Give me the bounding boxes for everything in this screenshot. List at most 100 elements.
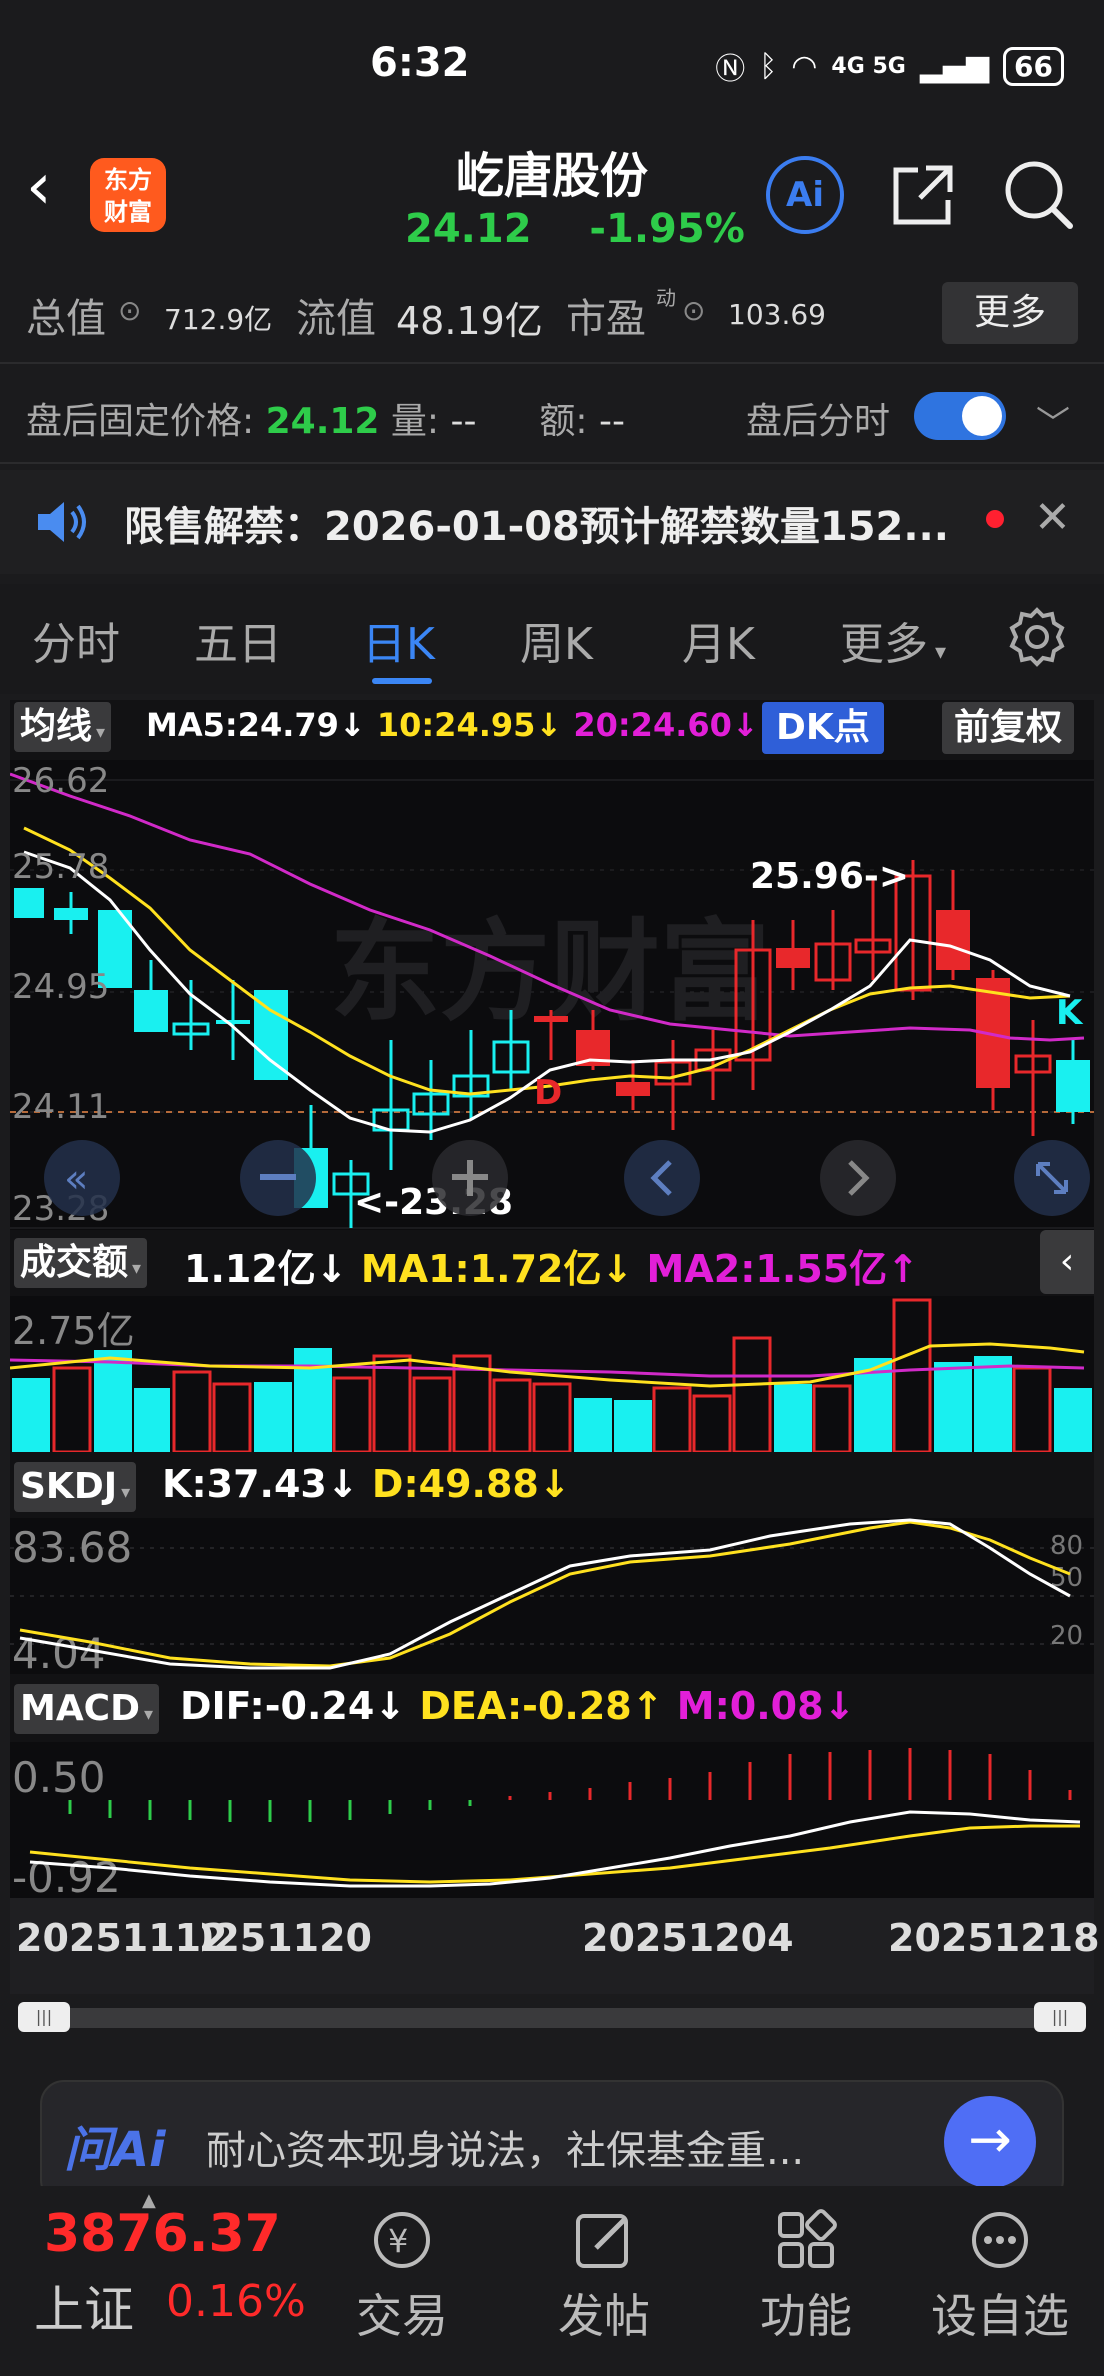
- nav-post[interactable]: 发帖: [534, 2200, 674, 2346]
- metrics-row: 总值 ⊙ 712.9亿 流值 48.19亿 市盈 动 ⊙ 103.69: [0, 272, 1104, 360]
- y-label-top: 26.62: [12, 761, 109, 801]
- collapse-panel-icon[interactable]: ‹: [1040, 1230, 1094, 1294]
- macd-dea: DEA:-0.28↑: [419, 1684, 664, 1728]
- battery-icon: 66: [1003, 46, 1064, 86]
- skdj-chart[interactable]: 83.68 4.04 80 50 20: [10, 1518, 1094, 1674]
- ask-ai-logo: 问Ai: [64, 2122, 166, 2178]
- tab-more-label: 更多: [840, 619, 928, 670]
- nav-watchlist[interactable]: 设自选: [930, 2200, 1070, 2346]
- nav-functions[interactable]: 功能: [736, 2200, 876, 2346]
- tab-zhouk[interactable]: 周K: [520, 608, 593, 672]
- info-icon[interactable]: ⊙: [118, 294, 141, 327]
- nav-post-label: 发帖: [558, 2289, 650, 2343]
- macd-chart[interactable]: 0.50 -0.92: [10, 1742, 1094, 1898]
- skdj-selector-label: SKDJ: [20, 1466, 118, 1507]
- prev-icon[interactable]: [624, 1140, 700, 1216]
- total-value-label: 总值: [26, 296, 106, 342]
- volume-ma1: MA1:1.72亿↓: [360, 1247, 634, 1291]
- adjust-button[interactable]: 前复权: [942, 702, 1075, 754]
- tab-more[interactable]: 更多 ▾: [840, 608, 946, 672]
- rewind-glyph: «: [64, 1156, 88, 1202]
- next-icon[interactable]: [820, 1140, 896, 1216]
- ma20-value: 20:24.60↓: [573, 706, 759, 744]
- after-hours-toggle[interactable]: [914, 392, 1006, 440]
- y-label-3: 24.95: [12, 967, 109, 1007]
- index-change-pct: 0.16%: [166, 2276, 306, 2327]
- tab-fenshi[interactable]: 分时: [32, 608, 120, 672]
- ma-values: MA5:24.79↓ 10:24.95↓ 20:24.60↓: [146, 706, 759, 744]
- price-line: 24.12 -1.95%: [405, 206, 745, 252]
- ma10-value: 10:24.95↓: [376, 706, 563, 744]
- ai-button[interactable]: Ai: [766, 156, 844, 234]
- pe-info-icon[interactable]: ⊙: [682, 294, 705, 327]
- range-handle-right[interactable]: |||: [1034, 2002, 1086, 2032]
- tab-rik[interactable]: 日K: [362, 608, 435, 672]
- float-value: 48.19亿: [396, 299, 543, 343]
- index-name: 上证: [34, 2281, 134, 2339]
- tab-wuri[interactable]: 五日: [194, 608, 282, 672]
- skdj-y-top: 83.68: [12, 1523, 132, 1572]
- gear-icon[interactable]: [1006, 606, 1068, 668]
- amount-label: 额:: [539, 401, 588, 442]
- macd-selector-label: MACD: [20, 1688, 140, 1729]
- unread-dot: [986, 510, 1004, 528]
- amount-value: --: [599, 401, 625, 442]
- close-icon[interactable]: ✕: [1034, 492, 1071, 543]
- skdj-k: K:37.43↓: [162, 1462, 359, 1506]
- volume-selector-label: 成交额: [20, 1242, 129, 1283]
- more-button[interactable]: 更多: [942, 282, 1078, 344]
- volume-ma2: MA2:1.55亿↑: [646, 1247, 920, 1291]
- dk-button[interactable]: DK点: [762, 702, 884, 754]
- nfc-icon: Ⓝ: [715, 52, 746, 87]
- ma-selector[interactable]: 均线 ▾: [14, 702, 112, 752]
- after-hours-row: 盘后固定价格: 24.12 量: -- 额: --: [26, 392, 625, 444]
- nav-functions-label: 功能: [760, 2289, 852, 2343]
- x-date-1: 20251112: [16, 1916, 228, 1960]
- after-hours-toggle-label: 盘后分时: [746, 401, 891, 442]
- speaker-icon: [38, 502, 86, 542]
- fixed-price: 24.12: [265, 401, 380, 442]
- nav-trade[interactable]: ¥ 交易: [332, 2200, 472, 2346]
- arrow-right-icon[interactable]: →: [944, 2096, 1036, 2188]
- pe-label: 市盈: [566, 296, 646, 342]
- x-axis: 20251112 20251120 20251204 20251218: [10, 1898, 1100, 1994]
- high-marker: 25.96->: [750, 856, 909, 897]
- tab-underline: [372, 678, 432, 684]
- x-date-2: 20251120: [202, 1916, 372, 1960]
- range-handle-left[interactable]: |||: [18, 2002, 70, 2032]
- edit-icon: [576, 2214, 628, 2268]
- total-value: 712.9亿: [164, 303, 273, 336]
- volume-label: 量:: [390, 401, 440, 442]
- more-dots-icon: [972, 2212, 1028, 2268]
- status-bar: 6:32 Ⓝ ᛒ ◠ 4G 5G ▂▄▆ 66: [0, 0, 1104, 130]
- status-icons: Ⓝ ᛒ ◠ 4G 5G ▂▄▆ 66: [715, 44, 1064, 88]
- share-icon[interactable]: [888, 160, 958, 230]
- range-scrollbar[interactable]: [20, 2008, 1080, 2028]
- volume-value: 1.12亿↓: [184, 1247, 348, 1291]
- chevron-down-icon[interactable]: ﹀: [1036, 396, 1070, 445]
- skdj-selector[interactable]: SKDJ ▾: [14, 1462, 137, 1512]
- skdj-ref-80: 80: [1050, 1531, 1083, 1561]
- period-tabs: 分时 五日 日K 周K 月K 更多 ▾: [0, 584, 1104, 694]
- macd-m: M:0.08↓: [676, 1684, 856, 1728]
- x-date-3: 20251204: [582, 1916, 794, 1960]
- divider: [0, 462, 1104, 464]
- float-value-label: 流值: [296, 296, 376, 342]
- index-value[interactable]: 3876.37: [44, 2204, 281, 2264]
- network-label: 4G 5G: [831, 53, 906, 79]
- x-date-4: 20251218: [888, 1916, 1100, 1960]
- grid-icon: [778, 2209, 837, 2268]
- volume-selector[interactable]: 成交额 ▾: [14, 1238, 148, 1288]
- macd-selector[interactable]: MACD ▾: [14, 1684, 160, 1734]
- kline-chart[interactable]: 东方财富 26.62 25.78 24.95 24.11 25.96-> <-2…: [10, 760, 1094, 1230]
- tab-yuek[interactable]: 月K: [682, 608, 755, 672]
- divider: [0, 362, 1104, 364]
- search-icon[interactable]: [1000, 156, 1076, 232]
- ask-ai-prompt: 耐心资本现身说法，社保基金重...: [206, 2128, 805, 2174]
- notice-text: 限售解禁：2026-01-08预计解禁数量152...: [124, 504, 949, 550]
- ma5-value: MA5:24.79↓: [146, 706, 366, 744]
- signal-icon: ▂▄▆: [919, 48, 990, 84]
- pe-value: 103.69: [728, 298, 826, 331]
- volume-chart[interactable]: 2.75亿: [10, 1296, 1094, 1452]
- macd-y-top: 0.50: [12, 1753, 106, 1802]
